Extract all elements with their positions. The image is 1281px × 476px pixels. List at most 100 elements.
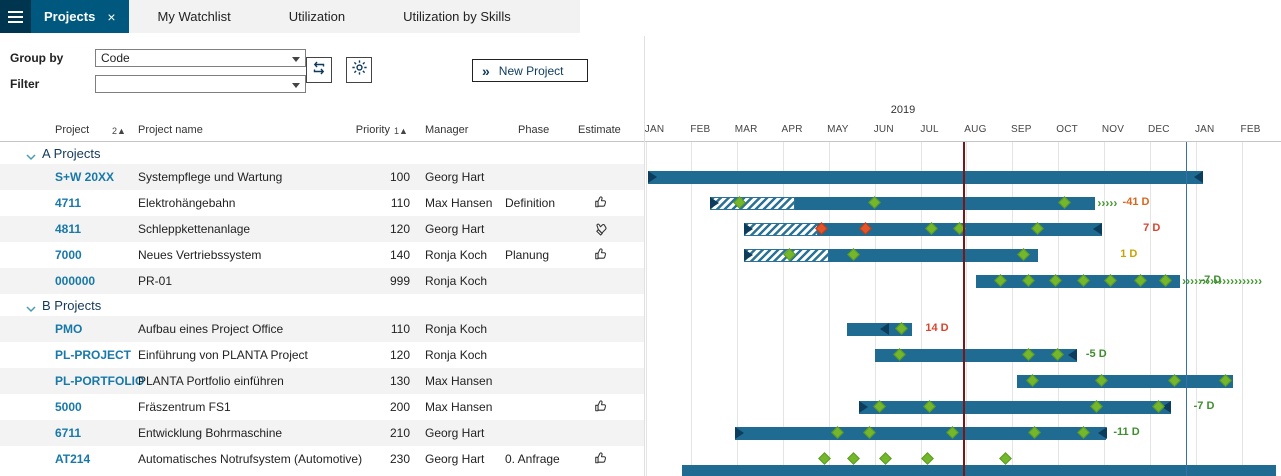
gantt-lane: 14 D [0, 316, 1281, 342]
duration-delta-label: -11 D [1113, 426, 1139, 438]
group-by-value: Code [101, 51, 130, 65]
duration-delta-label: -7 D [1194, 400, 1215, 412]
bar-end-marker [880, 323, 889, 335]
double-chevron-icon: » [482, 64, 490, 78]
table-row[interactable]: PL-PROJECTEinführung von PLANTA Project1… [0, 342, 1281, 368]
bar-end-marker [1068, 349, 1077, 361]
app-window: Projects × My Watchlist Utilization Util… [0, 0, 1281, 476]
tab-projects-label: Projects [44, 9, 95, 24]
gantt-bar-planned[interactable] [744, 223, 817, 236]
gantt-bar-planned[interactable] [710, 197, 795, 210]
table-row[interactable]: 4811Schleppkettenanlage120Georg Hart7 D [0, 216, 1281, 242]
header-priority-sort-indicator[interactable]: 1▲ [394, 126, 408, 136]
filter-select[interactable] [95, 75, 306, 93]
gantt-lane [0, 368, 1281, 394]
table-row[interactable]: 000000PR-01999Ronja Koch››››››››››››››››… [0, 268, 1281, 294]
month-label: OCT [1050, 124, 1084, 135]
filter-label: Filter [10, 77, 39, 91]
group-header-left: A Projects [0, 142, 644, 164]
table-row[interactable]: PMOAufbau eines Project Office110Ronja K… [0, 316, 1281, 342]
duration-delta-label: 1 D [1120, 248, 1137, 260]
duration-delta-label: -41 D [1123, 196, 1150, 208]
month-label: JAN [1188, 124, 1222, 135]
gantt-bar[interactable] [1017, 375, 1232, 388]
table-row[interactable]: 4711Elektrohängebahn110Max HansenDefinit… [0, 190, 1281, 216]
table-row[interactable]: 5000Fräszentrum FS1200Max Hansen-7 D [0, 394, 1281, 420]
new-project-button[interactable]: » New Project [472, 59, 588, 82]
settings-button[interactable] [346, 57, 372, 83]
group-header-row[interactable]: A Projects [0, 142, 1281, 164]
bar-start-marker [735, 427, 744, 439]
gantt-year-label: 2019 [648, 104, 1158, 116]
month-label: JAN [638, 124, 672, 135]
chevron-down-icon [292, 57, 300, 62]
focus-date-line [1186, 142, 1187, 476]
table-row[interactable]: 6711Entwicklung Bohrmaschine210Georg Har… [0, 420, 1281, 446]
month-label: APR [775, 124, 809, 135]
header-project[interactable]: Project [55, 124, 89, 136]
new-project-label: New Project [499, 64, 564, 78]
gantt-lane [0, 164, 1281, 190]
bar-end-marker [1194, 171, 1203, 183]
month-label: JUN [867, 124, 901, 135]
gantt-bar[interactable] [859, 401, 1171, 414]
group-header-left: B Projects [0, 294, 644, 316]
header-manager[interactable]: Manager [425, 124, 468, 136]
bar-end-marker [1093, 223, 1102, 235]
milestone-green-diamond[interactable] [921, 452, 934, 465]
header-priority[interactable]: Priority [330, 124, 390, 136]
hamburger-menu-icon[interactable] [0, 0, 31, 33]
group-header-row[interactable]: B Projects [0, 294, 1281, 316]
month-label: AUG [958, 124, 992, 135]
group-by-select[interactable]: Code [95, 49, 306, 67]
month-label: FEB [1234, 124, 1268, 135]
milestone-green-diamond[interactable] [999, 452, 1012, 465]
gantt-bar[interactable] [875, 349, 1077, 362]
duration-delta-label: 7 D [1143, 222, 1160, 234]
tab-my-watchlist[interactable]: My Watchlist [129, 0, 260, 33]
month-label: JUL [913, 124, 947, 135]
header-phase[interactable]: Phase [518, 124, 549, 136]
today-line [963, 142, 965, 476]
table-row[interactable]: S+W 20XXSystempflege und Wartung100Georg… [0, 164, 1281, 190]
month-label: SEP [1004, 124, 1038, 135]
gantt-bar[interactable] [795, 197, 1095, 210]
chevron-down-icon [292, 83, 300, 88]
group-label: A Projects [42, 146, 101, 161]
tab-bar: Projects × My Watchlist Utilization Util… [0, 0, 1281, 33]
gantt-lane: ››››››››››››››››››››-7 D [0, 268, 1281, 294]
refresh-button[interactable] [306, 57, 332, 83]
bar-start-marker [744, 249, 753, 261]
bar-start-marker [859, 401, 868, 413]
group-label: B Projects [42, 298, 101, 313]
tab-projects-active[interactable]: Projects × [31, 0, 129, 33]
gantt-lane [0, 446, 1281, 472]
tab-utilization-by-skills[interactable]: Utilization by Skills [374, 0, 540, 33]
bar-end-marker [1098, 427, 1107, 439]
bar-start-marker [744, 223, 753, 235]
gantt-bar[interactable] [648, 171, 1203, 184]
gantt-lane: ›››››-41 D [0, 190, 1281, 216]
header-estimate[interactable]: Estimate [578, 124, 621, 136]
milestone-green-diamond[interactable] [847, 452, 860, 465]
tab-utilization[interactable]: Utilization [260, 0, 374, 33]
header-project-name[interactable]: Project name [138, 124, 203, 136]
bar-start-marker [648, 171, 657, 183]
header-project-sort-indicator[interactable]: 2▲ [112, 126, 126, 136]
gantt-bar[interactable] [829, 249, 1038, 262]
milestone-green-diamond[interactable] [818, 452, 831, 465]
month-label: FEB [683, 124, 717, 135]
table-row[interactable]: 7000Neues Vertriebssystem140Ronja KochPl… [0, 242, 1281, 268]
table-row[interactable]: PL-PORTFOLIOPLANTA Portfolio einführen13… [0, 368, 1281, 394]
gantt-bar[interactable] [682, 465, 1276, 476]
table-row[interactable]: AT214Automatisches Notrufsystem (Automot… [0, 446, 1281, 472]
gear-icon [351, 59, 368, 81]
duration-delta-label: -7 D [1200, 274, 1221, 286]
month-label: MAY [821, 124, 855, 135]
month-label: MAR [729, 124, 763, 135]
delay-chevrons: ›››››››››››››››››››› [1182, 274, 1262, 288]
bar-start-marker [710, 197, 719, 209]
milestone-green-diamond[interactable] [880, 452, 893, 465]
gantt-bar[interactable] [735, 427, 1106, 440]
close-tab-icon[interactable]: × [107, 10, 115, 24]
